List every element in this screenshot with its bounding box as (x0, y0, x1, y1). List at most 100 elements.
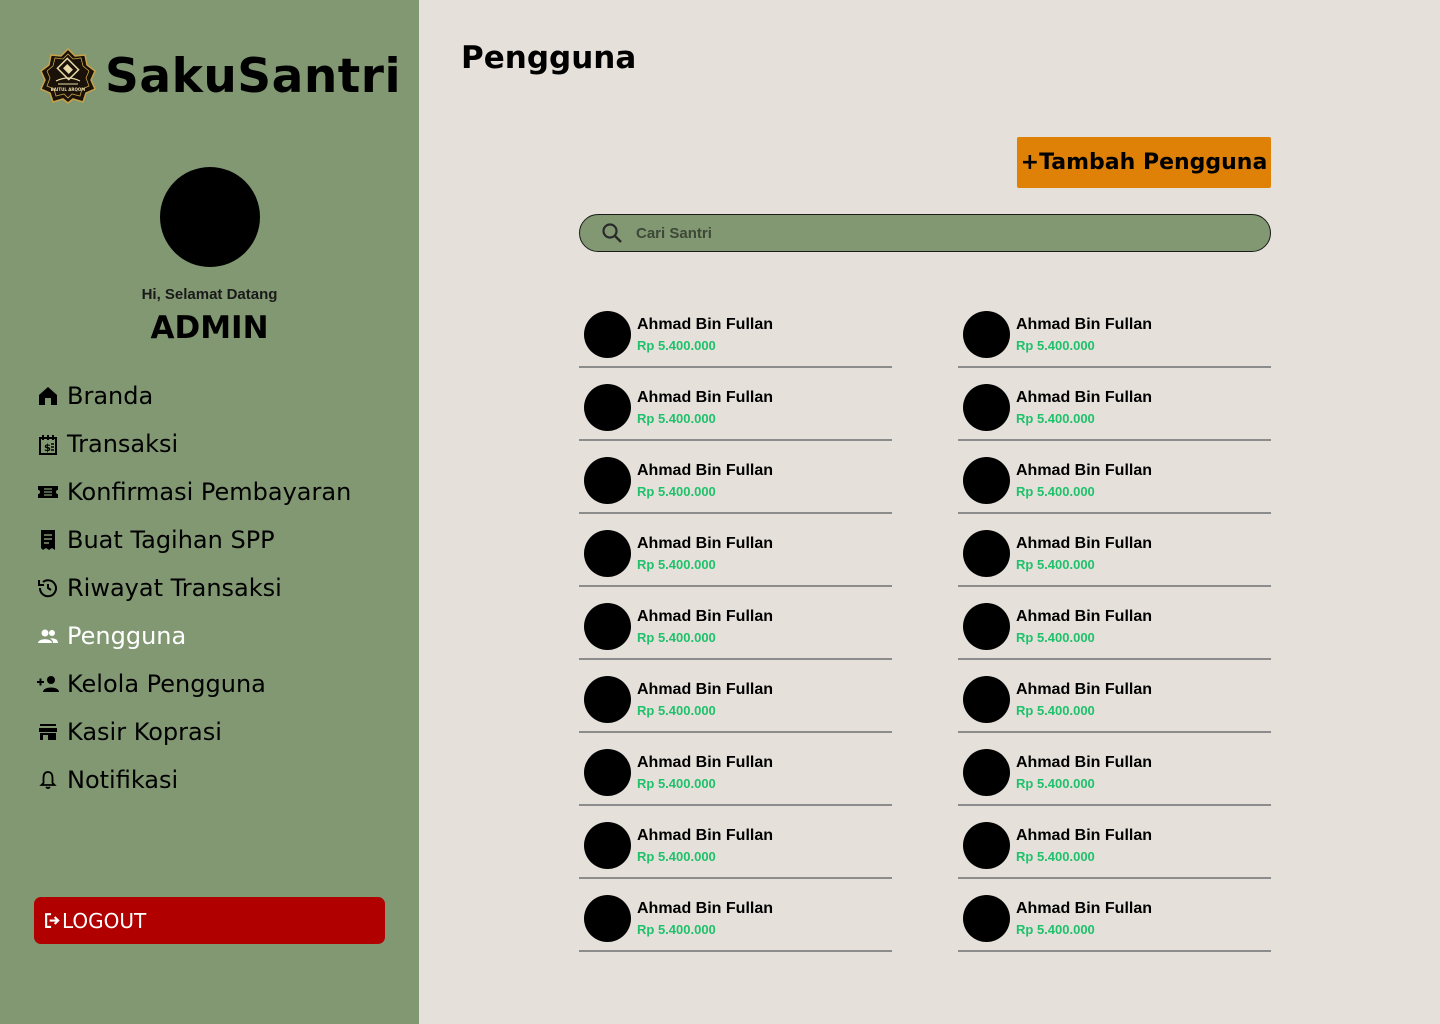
sidebar-item-label: Pengguna (67, 622, 187, 650)
user-card[interactable]: Ahmad Bin Fullan Rp 5.400.000 (579, 368, 892, 441)
user-role: ADMIN (150, 310, 269, 346)
sidebar-nav: Branda $ Transaksi Konfirmasi Pembayaran… (36, 372, 351, 804)
user-name: Ahmad Bin Fullan (1016, 316, 1152, 333)
sidebar-item-transaksi[interactable]: $ Transaksi (36, 420, 351, 468)
receipt-dollar-icon: $ (36, 432, 60, 456)
user-avatar (584, 822, 631, 869)
user-card[interactable]: Ahmad Bin Fullan Rp 5.400.000 (958, 295, 1271, 368)
user-name: Ahmad Bin Fullan (1016, 462, 1152, 479)
user-avatar (584, 749, 631, 796)
greeting-text: Hi, Selamat Datang (141, 286, 278, 303)
user-name: Ahmad Bin Fullan (1016, 900, 1152, 917)
sidebar-item-buat-tagihan-spp[interactable]: Buat Tagihan SPP (36, 516, 351, 564)
sidebar-item-label: Branda (67, 382, 154, 410)
user-name: Ahmad Bin Fullan (1016, 535, 1152, 552)
logout-button[interactable]: LOGOUT (34, 897, 385, 944)
user-amount: Rp 5.400.000 (637, 849, 716, 864)
user-avatar (963, 311, 1010, 358)
page-title: Pengguna (461, 40, 637, 76)
user-card[interactable]: Ahmad Bin Fullan Rp 5.400.000 (579, 660, 892, 733)
brand[interactable]: BAITUL ARQOM SakuSantri (40, 48, 401, 104)
users-icon (36, 624, 60, 648)
user-avatar (584, 311, 631, 358)
search-icon (602, 223, 622, 243)
user-card[interactable]: Ahmad Bin Fullan Rp 5.400.000 (958, 441, 1271, 514)
sidebar-item-pengguna[interactable]: Pengguna (36, 612, 351, 660)
user-avatar (963, 749, 1010, 796)
user-amount: Rp 5.400.000 (637, 411, 716, 426)
user-amount: Rp 5.400.000 (637, 922, 716, 937)
logout-label: LOGOUT (62, 908, 147, 933)
user-amount: Rp 5.400.000 (637, 484, 716, 499)
user-amount: Rp 5.400.000 (637, 703, 716, 718)
user-card[interactable]: Ahmad Bin Fullan Rp 5.400.000 (958, 587, 1271, 660)
user-amount: Rp 5.400.000 (1016, 922, 1095, 937)
user-name: Ahmad Bin Fullan (1016, 827, 1152, 844)
user-avatar (584, 603, 631, 650)
user-avatar (584, 676, 631, 723)
user-card[interactable]: Ahmad Bin Fullan Rp 5.400.000 (579, 879, 892, 952)
svg-text:$: $ (44, 443, 51, 454)
user-list-left: Ahmad Bin Fullan Rp 5.400.000 Ahmad Bin F… (579, 295, 892, 952)
user-card[interactable]: Ahmad Bin Fullan Rp 5.400.000 (579, 806, 892, 879)
admin-avatar[interactable] (160, 167, 260, 267)
sidebar-item-kelola-pengguna[interactable]: Kelola Pengguna (36, 660, 351, 708)
logo-lettering: BAITUL ARQOM (51, 87, 86, 92)
user-amount: Rp 5.400.000 (637, 557, 716, 572)
sidebar-item-label: Transaksi (67, 430, 179, 458)
add-user-icon (36, 672, 60, 696)
user-card[interactable]: Ahmad Bin Fullan Rp 5.400.000 (579, 733, 892, 806)
sidebar-item-kasir-koprasi[interactable]: Kasir Koprasi (36, 708, 351, 756)
sidebar-item-konfirmasi-pembayaran[interactable]: Konfirmasi Pembayaran (36, 468, 351, 516)
bell-icon (36, 768, 60, 792)
user-name: Ahmad Bin Fullan (637, 608, 773, 625)
user-amount: Rp 5.400.000 (1016, 630, 1095, 645)
search-input[interactable] (636, 224, 1236, 242)
user-amount: Rp 5.400.000 (1016, 484, 1095, 499)
user-amount: Rp 5.400.000 (637, 338, 716, 353)
user-name: Ahmad Bin Fullan (637, 827, 773, 844)
user-avatar (963, 822, 1010, 869)
user-amount: Rp 5.400.000 (1016, 557, 1095, 572)
user-name: Ahmad Bin Fullan (1016, 754, 1152, 771)
sidebar-item-branda[interactable]: Branda (36, 372, 351, 420)
user-card[interactable]: Ahmad Bin Fullan Rp 5.400.000 (958, 368, 1271, 441)
user-name: Ahmad Bin Fullan (1016, 681, 1152, 698)
user-name: Ahmad Bin Fullan (637, 535, 773, 552)
user-name: Ahmad Bin Fullan (637, 389, 773, 406)
user-name: Ahmad Bin Fullan (1016, 608, 1152, 625)
user-amount: Rp 5.400.000 (1016, 411, 1095, 426)
user-name: Ahmad Bin Fullan (1016, 389, 1152, 406)
home-icon (36, 384, 60, 408)
user-avatar (963, 384, 1010, 431)
bill-icon (36, 528, 60, 552)
sidebar-item-label: Buat Tagihan SPP (67, 526, 275, 554)
user-avatar (963, 676, 1010, 723)
sidebar-item-label: Kelola Pengguna (67, 670, 266, 698)
add-user-button[interactable]: +Tambah Pengguna (1017, 137, 1271, 188)
user-amount: Rp 5.400.000 (1016, 776, 1095, 791)
user-card[interactable]: Ahmad Bin Fullan Rp 5.400.000 (958, 879, 1271, 952)
sidebar-item-label: Kasir Koprasi (67, 718, 222, 746)
app-title: SakuSantri (105, 48, 402, 104)
user-card[interactable]: Ahmad Bin Fullan Rp 5.400.000 (958, 806, 1271, 879)
sidebar-item-label: Notifikasi (67, 766, 179, 794)
sidebar-item-label: Riwayat Transaksi (67, 574, 282, 602)
user-amount: Rp 5.400.000 (1016, 849, 1095, 864)
user-card[interactable]: Ahmad Bin Fullan Rp 5.400.000 (958, 514, 1271, 587)
user-card[interactable]: Ahmad Bin Fullan Rp 5.400.000 (958, 733, 1271, 806)
sidebar-item-notifikasi[interactable]: Notifikasi (36, 756, 351, 804)
search-bar[interactable] (579, 214, 1271, 252)
user-card[interactable]: Ahmad Bin Fullan Rp 5.400.000 (579, 514, 892, 587)
sidebar-item-label: Konfirmasi Pembayaran (67, 478, 352, 506)
user-avatar (963, 895, 1010, 942)
user-card[interactable]: Ahmad Bin Fullan Rp 5.400.000 (579, 587, 892, 660)
logo-emblem-icon: BAITUL ARQOM (40, 48, 96, 104)
user-name: Ahmad Bin Fullan (637, 754, 773, 771)
sidebar-item-riwayat-transaksi[interactable]: Riwayat Transaksi (36, 564, 351, 612)
user-card[interactable]: Ahmad Bin Fullan Rp 5.400.000 (958, 660, 1271, 733)
logout-icon (45, 913, 60, 928)
user-card[interactable]: Ahmad Bin Fullan Rp 5.400.000 (579, 295, 892, 368)
user-card[interactable]: Ahmad Bin Fullan Rp 5.400.000 (579, 441, 892, 514)
user-name: Ahmad Bin Fullan (637, 900, 773, 917)
